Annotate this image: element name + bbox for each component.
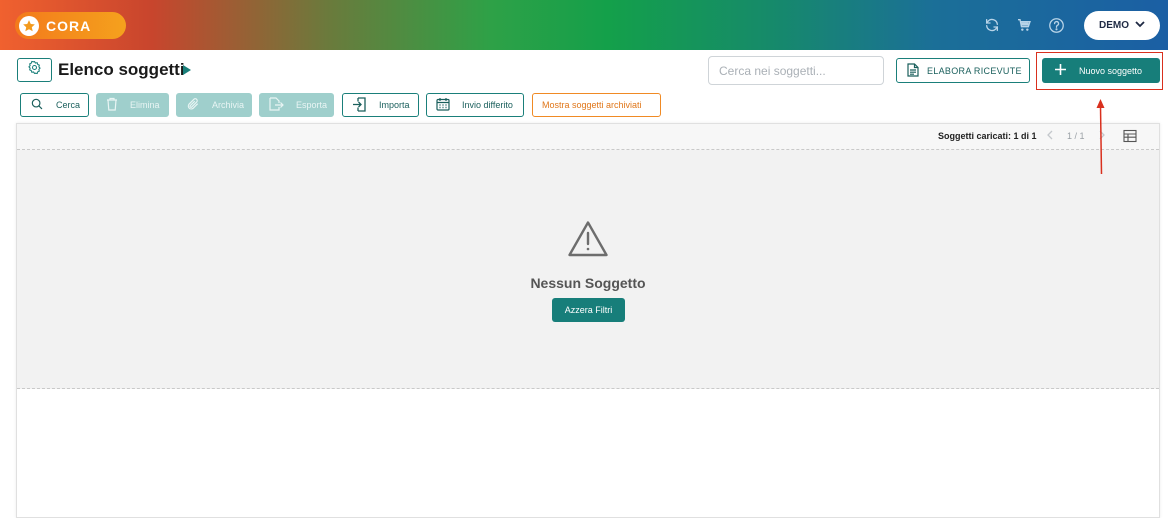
esporta-button[interactable]: Esporta bbox=[259, 93, 334, 117]
trash-icon bbox=[106, 97, 118, 113]
esporta-label: Esporta bbox=[296, 100, 328, 110]
elabora-ricevute-button[interactable]: ELABORA RICEVUTE bbox=[896, 58, 1030, 83]
importa-button[interactable]: Importa bbox=[342, 93, 419, 117]
empty-title: Nessun Soggetto bbox=[530, 275, 646, 291]
nuovo-soggetto-button[interactable]: Nuovo soggetto bbox=[1042, 58, 1160, 83]
help-icon[interactable] bbox=[1047, 16, 1065, 34]
warning-icon bbox=[567, 220, 609, 263]
nuovo-soggetto-label: Nuovo soggetto bbox=[1079, 65, 1143, 76]
page-title: Elenco soggetti bbox=[58, 60, 185, 79]
azzera-filtri-label: Azzera Filtri bbox=[564, 305, 613, 315]
invio-differito-button[interactable]: Invio differito bbox=[426, 93, 524, 117]
subjects-panel: Soggetti caricati: 1 di 1 1 / 1 Nessun S… bbox=[16, 123, 1160, 518]
app-logo[interactable]: CORA bbox=[15, 12, 126, 39]
paperclip-icon bbox=[186, 97, 200, 113]
gear-icon bbox=[27, 60, 42, 80]
cart-icon[interactable] bbox=[1015, 16, 1033, 34]
top-header: CORA DEMO bbox=[0, 0, 1168, 50]
mostra-archiviati-label: Mostra soggetti archiviati bbox=[542, 100, 642, 110]
elabora-ricevute-label: ELABORA RICEVUTE bbox=[927, 65, 1022, 76]
panel-header: Soggetti caricati: 1 di 1 1 / 1 bbox=[17, 124, 1159, 150]
plus-icon bbox=[1055, 64, 1066, 77]
loaded-count: Soggetti caricati: 1 di 1 bbox=[938, 131, 1037, 141]
invio-differito-label: Invio differito bbox=[462, 100, 513, 110]
elimina-button[interactable]: Elimina bbox=[96, 93, 169, 117]
user-label: DEMO bbox=[1099, 20, 1129, 31]
cerca-label: Cerca bbox=[56, 100, 81, 110]
empty-state: Nessun Soggetto Azzera Filtri bbox=[17, 150, 1159, 389]
settings-button[interactable] bbox=[17, 58, 52, 82]
calendar-icon bbox=[436, 97, 450, 113]
export-icon bbox=[269, 97, 284, 113]
refresh-icon[interactable] bbox=[983, 16, 1001, 34]
azzera-filtri-button[interactable]: Azzera Filtri bbox=[552, 298, 625, 322]
expand-arrow-icon[interactable] bbox=[183, 65, 191, 75]
importa-label: Importa bbox=[379, 100, 410, 110]
search-input[interactable] bbox=[708, 56, 884, 85]
archivia-label: Archivia bbox=[212, 100, 245, 110]
prev-page-icon[interactable] bbox=[1047, 130, 1053, 142]
mostra-archiviati-button[interactable]: Mostra soggetti archiviati bbox=[532, 93, 661, 117]
logo-text: CORA bbox=[46, 17, 92, 34]
search-icon bbox=[30, 97, 44, 113]
import-icon bbox=[352, 96, 367, 114]
annotation-arrow bbox=[1096, 99, 1105, 175]
table-view-icon[interactable] bbox=[1123, 129, 1137, 148]
cerca-button[interactable]: Cerca bbox=[20, 93, 89, 117]
chevron-down-icon bbox=[1135, 20, 1145, 31]
archivia-button[interactable]: Archivia bbox=[176, 93, 252, 117]
star-icon bbox=[19, 15, 39, 36]
document-icon bbox=[907, 62, 919, 79]
user-menu-button[interactable]: DEMO bbox=[1084, 11, 1160, 40]
elimina-label: Elimina bbox=[130, 100, 160, 110]
page-indicator: 1 / 1 bbox=[1067, 131, 1085, 141]
